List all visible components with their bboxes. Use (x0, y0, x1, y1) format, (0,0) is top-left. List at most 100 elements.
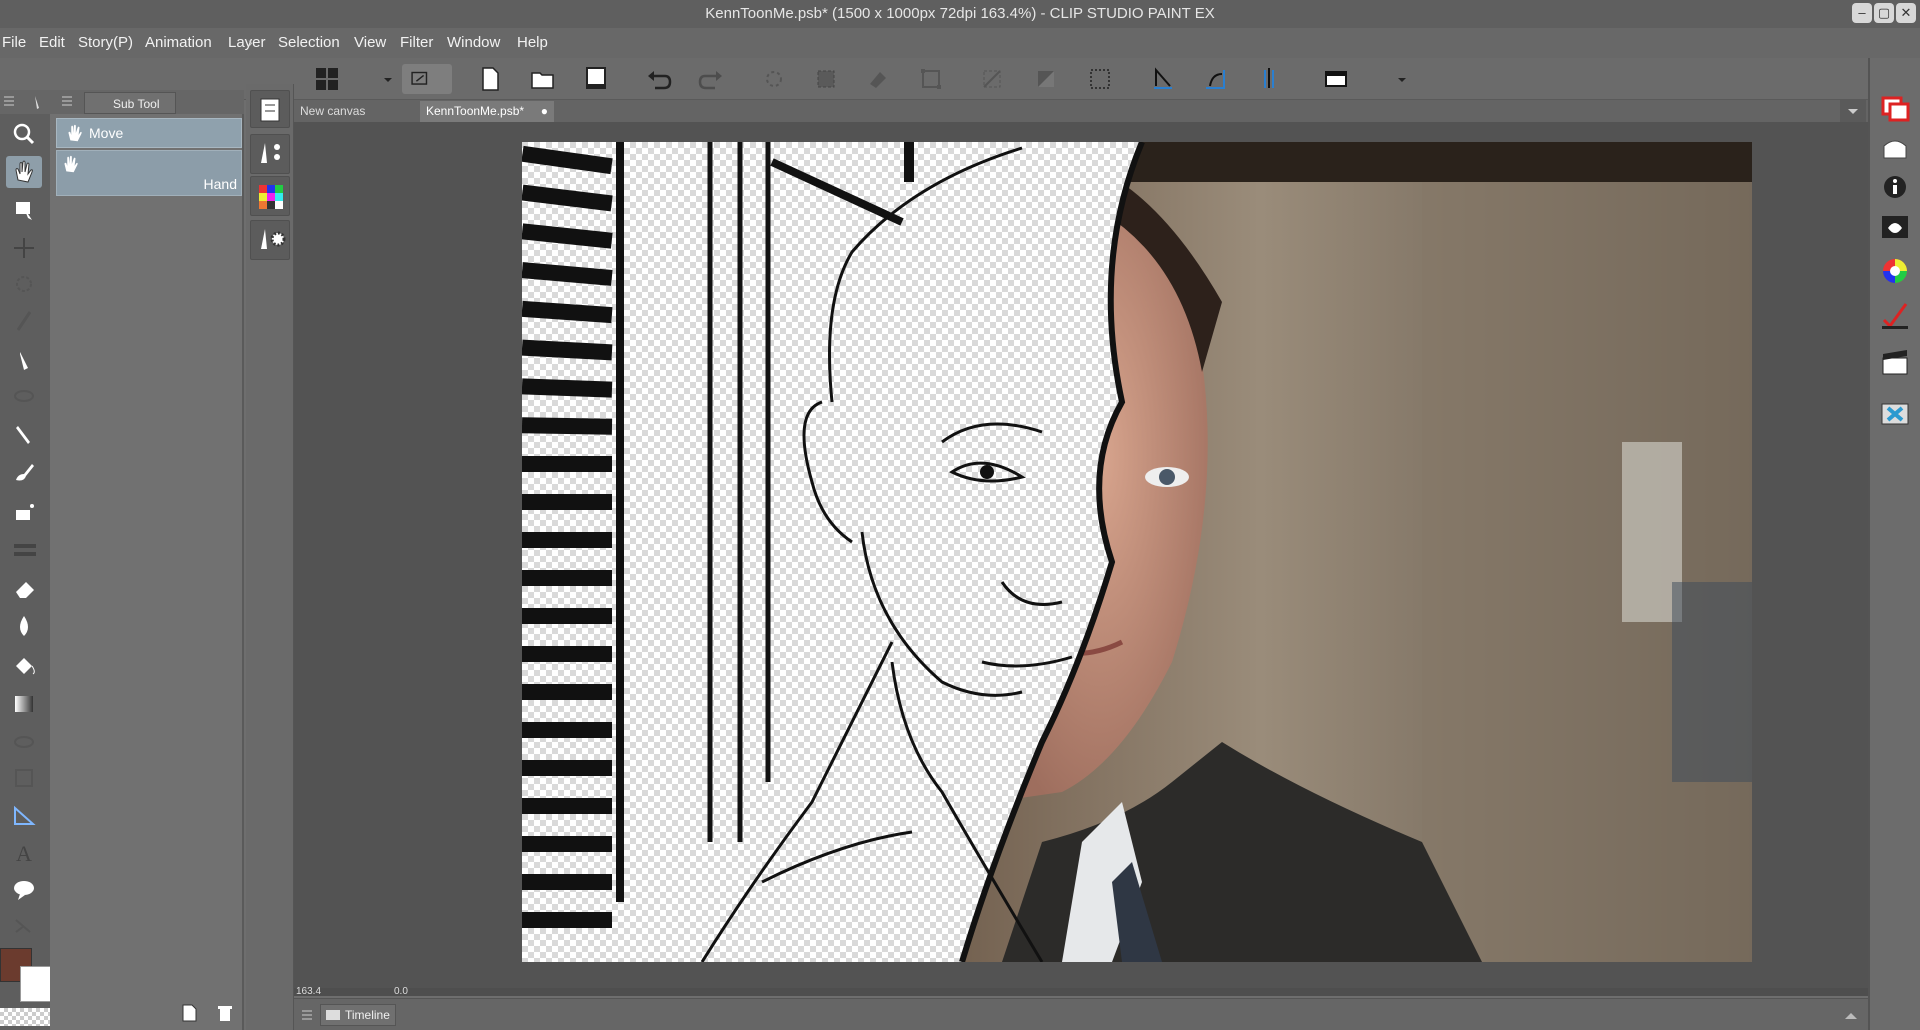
zoom-readout[interactable]: 163.4 (296, 986, 321, 997)
animation-cels-icon[interactable] (1874, 344, 1916, 382)
panel-menu-icon[interactable] (300, 1008, 314, 1022)
panel-menu-icon[interactable] (2, 94, 16, 108)
story-panel-icon[interactable] (250, 90, 290, 128)
decoration-icon[interactable] (6, 534, 42, 566)
trash-icon[interactable] (214, 1002, 236, 1024)
menu-animation[interactable]: Animation (145, 34, 212, 51)
redo-icon[interactable] (693, 64, 729, 94)
save-icon[interactable] (578, 64, 614, 94)
brush-size-panel-icon[interactable] (250, 134, 290, 174)
hand-tool-icon[interactable] (6, 156, 42, 188)
frame-border-icon[interactable] (6, 762, 42, 794)
sub-tool-item-hand[interactable]: Hand (56, 150, 242, 196)
menu-selection[interactable]: Selection (278, 34, 340, 51)
sub-tool-group-move[interactable]: Move (56, 118, 242, 148)
collapse-arrow-icon[interactable]: › (248, 34, 253, 50)
sub-view-icon[interactable] (1874, 130, 1916, 168)
minimize-button[interactable]: – (1852, 3, 1872, 23)
tab-list-dropdown-icon[interactable] (1840, 100, 1866, 122)
transparent-color-swatch[interactable] (0, 1008, 52, 1026)
artwork-canvas[interactable] (522, 142, 1752, 962)
sub-tool-item-label: Hand (203, 176, 237, 192)
rotation-readout[interactable]: 0.0 (394, 986, 408, 997)
menu-file[interactable]: File (2, 34, 26, 51)
window-title: KennToonMe.psb* (1500 x 1000px 72dpi 163… (705, 5, 1215, 22)
layer-property-icon[interactable] (1874, 208, 1916, 246)
timeline-label: Timeline (345, 1008, 390, 1022)
checklist-icon[interactable] (1874, 296, 1916, 334)
lasso-icon[interactable] (6, 380, 42, 412)
tab-new-canvas[interactable]: New canvas (294, 101, 418, 122)
tab-kenntoonme[interactable]: KennToonMe.psb* ● (420, 101, 554, 122)
operation-tool-icon[interactable] (6, 194, 42, 226)
figure-icon[interactable] (6, 726, 42, 758)
correct-line-icon[interactable] (6, 910, 42, 942)
pencil-icon[interactable] (6, 418, 42, 450)
menu-window[interactable]: Window (447, 34, 500, 51)
snap-special-ruler-icon[interactable] (1197, 64, 1233, 94)
brush-icon[interactable] (6, 456, 42, 488)
timeline-icon (326, 1010, 340, 1020)
invert-selection-icon[interactable] (1028, 64, 1064, 94)
pen-tool-icon[interactable] (6, 344, 42, 376)
hand-icon (68, 124, 82, 142)
sub-color-swatch[interactable] (20, 966, 52, 1002)
canvas-status-bar: 163.4 0.0 (294, 986, 1869, 997)
snap-ruler-icon[interactable] (1145, 64, 1181, 94)
dropdown-icon[interactable] (370, 64, 392, 94)
tool-property-panel-icon[interactable] (250, 220, 290, 260)
sub-tool-group-label: Move (89, 125, 124, 141)
blend-icon[interactable] (6, 610, 42, 642)
eraser-icon[interactable] (6, 572, 42, 604)
hand-icon (64, 155, 78, 173)
eyedropper-icon[interactable] (6, 304, 42, 336)
menu-story[interactable]: Story(P) (78, 34, 133, 51)
color-set-panel-icon[interactable] (250, 176, 290, 216)
new-file-icon[interactable] (472, 64, 508, 94)
material-icon[interactable] (1874, 394, 1916, 432)
close-button[interactable]: ✕ (1896, 3, 1916, 23)
sub-tool-tab[interactable]: Sub Tool (84, 92, 176, 114)
snap-grid-icon[interactable] (1251, 64, 1287, 94)
info-icon[interactable] (1874, 168, 1916, 206)
layout-icon[interactable] (310, 64, 346, 94)
navigator-icon[interactable] (1874, 90, 1916, 128)
text-icon[interactable]: A (6, 836, 42, 868)
undo-icon[interactable] (641, 64, 677, 94)
artwork-image (522, 142, 1752, 962)
ruler-icon[interactable] (6, 800, 42, 832)
menu-view[interactable]: View (354, 34, 386, 51)
companion-mode-icon[interactable] (402, 64, 452, 94)
menu-layer[interactable]: Layer (228, 34, 266, 51)
close-tab-icon[interactable]: ● (541, 101, 548, 122)
zoom-tool-icon[interactable] (6, 118, 42, 150)
gradient-icon[interactable] (6, 688, 42, 720)
canvas-icon[interactable] (1318, 64, 1354, 94)
open-file-icon[interactable] (525, 64, 561, 94)
tab-label: KennToonMe.psb* (426, 104, 525, 118)
fill-icon[interactable] (6, 650, 42, 682)
lasso-select-icon[interactable] (6, 268, 42, 300)
balloon-icon[interactable] (6, 874, 42, 906)
menu-edit[interactable]: Edit (39, 34, 65, 51)
menu-bar: File Edit Story(P) Animation Layer Selec… (0, 28, 1920, 58)
new-sub-tool-icon[interactable] (178, 1002, 200, 1024)
scale-icon[interactable] (913, 64, 949, 94)
timeline-bar: Timeline (294, 998, 1869, 1030)
tool-property-tab-icon[interactable] (28, 92, 46, 112)
timeline-tab[interactable]: Timeline (320, 1004, 396, 1026)
show-selection-area-icon[interactable] (1082, 64, 1118, 94)
color-wheel-icon[interactable] (1874, 252, 1916, 290)
maximize-button[interactable]: ▢ (1874, 3, 1894, 23)
menu-filter[interactable]: Filter (400, 34, 433, 51)
move-layer-icon[interactable] (6, 232, 42, 264)
airbrush-icon[interactable] (6, 496, 42, 528)
sub-panel-menu-icon[interactable] (60, 94, 74, 108)
deselect-icon[interactable] (974, 64, 1010, 94)
menu-help[interactable]: Help (517, 34, 548, 51)
transform-icon[interactable] (860, 64, 896, 94)
expand-panel-icon[interactable] (1841, 1009, 1861, 1023)
more-icon[interactable] (1384, 64, 1406, 94)
fill-selection-icon[interactable] (808, 64, 844, 94)
erase-selection-icon[interactable] (756, 64, 792, 94)
